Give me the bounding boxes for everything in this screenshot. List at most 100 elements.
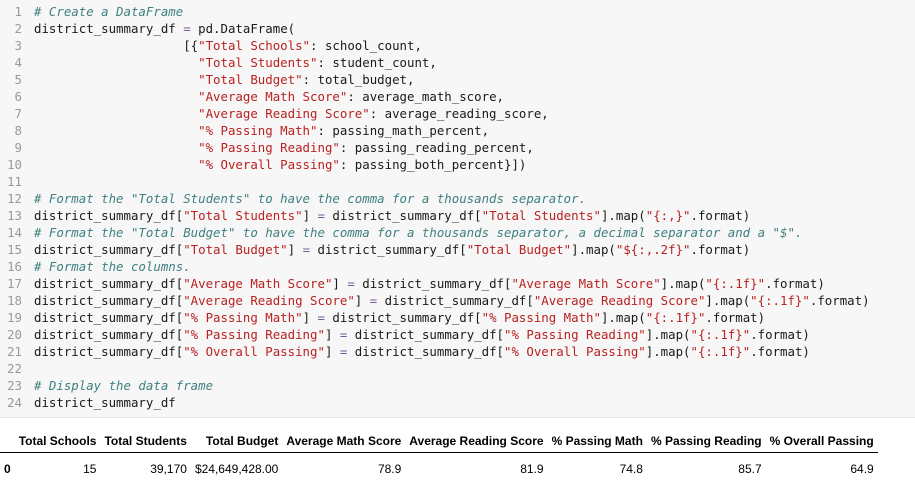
code-comment: # Format the "Total Budget" to have the … xyxy=(34,225,803,240)
code-token: district_summary_df[ xyxy=(34,208,184,223)
code-string: "${:,.2f}" xyxy=(615,242,691,257)
column-header: % Overall Passing xyxy=(765,430,878,453)
code-line: 20 district_summary_df["% Passing Reading… xyxy=(0,326,870,343)
code-token: ].map( xyxy=(705,293,751,308)
code-token: = xyxy=(347,276,355,291)
code-token: : average_math_score, xyxy=(347,89,504,104)
code-token: district_summary_df[ xyxy=(324,208,482,223)
table-cell: 74.8 xyxy=(619,462,643,476)
code-string: "{:.1f}" xyxy=(690,327,751,342)
code-string: "{:,}" xyxy=(645,208,691,223)
code-token: district_summary_df[ xyxy=(354,276,512,291)
code-line: 10 "% Overall Passing": passing_both_per… xyxy=(0,156,870,173)
code-token: district_summary_df[ xyxy=(324,310,482,325)
line-number: 7 xyxy=(14,106,22,121)
table-cell: 85.7 xyxy=(738,462,762,476)
code-token: : total_budget, xyxy=(302,72,415,87)
code-string: "Average Reading Score" xyxy=(533,293,706,308)
code-token: .format) xyxy=(690,208,751,223)
line-number: 2 xyxy=(14,21,22,36)
code-token: pd.DataFrame( xyxy=(190,21,296,36)
code-line: 14 # Format the "Total Budget" to have th… xyxy=(0,224,870,241)
code-line: 4 "Total Students": student_count, xyxy=(0,54,870,71)
code-string: "Total Budget" xyxy=(183,242,288,257)
code-string: "% Passing Reading" xyxy=(198,140,340,155)
code-token: = xyxy=(317,208,325,223)
line-number: 8 xyxy=(14,123,22,138)
line-number: 9 xyxy=(14,140,22,155)
line-number: 21 xyxy=(7,344,22,359)
code-token: ] xyxy=(287,242,303,257)
line-number: 15 xyxy=(7,242,22,257)
code-token: ].map( xyxy=(645,327,691,342)
code-string: "% Passing Math" xyxy=(183,310,303,325)
code-token: .format) xyxy=(705,310,766,325)
column-header: % Passing Math xyxy=(547,430,647,453)
code-line: 19 district_summary_df["% Passing Math"] … xyxy=(0,309,870,326)
code-line: 15 district_summary_df["Total Budget"] = … xyxy=(0,241,870,258)
code-line: 9 "% Passing Reading": passing_reading_p… xyxy=(0,139,870,156)
line-number: 20 xyxy=(7,327,22,342)
code-token: .format) xyxy=(750,344,810,359)
code-string: "{:.1f}" xyxy=(690,344,751,359)
code-comment: # Create a DataFrame xyxy=(34,4,184,19)
code-token: .format) xyxy=(690,242,751,257)
code-cell[interactable]: 1 # Create a DataFrame 2 district_summary_d… xyxy=(0,0,915,418)
code-token: : passing_reading_percent, xyxy=(339,140,534,155)
code-token: ].map( xyxy=(600,208,646,223)
code-string: "{:.1f}" xyxy=(645,310,706,325)
code-line: 17 district_summary_df["Average Math Scor… xyxy=(0,275,870,292)
code-string: "% Overall Passing" xyxy=(183,344,325,359)
code-token: ] xyxy=(324,327,340,342)
code-line: 8 "% Passing Math": passing_math_percent… xyxy=(0,122,870,139)
code-editor[interactable]: 1 # Create a DataFrame 2 district_summary_d… xyxy=(0,3,870,411)
code-string: "Average Math Score" xyxy=(511,276,661,291)
line-number: 4 xyxy=(14,55,22,70)
code-string: "Total Schools" xyxy=(198,38,311,53)
line-number: 12 xyxy=(7,191,22,206)
code-token: ].map( xyxy=(600,310,646,325)
code-token: district_summary_df[ xyxy=(34,310,184,325)
code-token: district_summary_df[ xyxy=(310,242,467,257)
code-token: = xyxy=(317,310,325,325)
line-number: 19 xyxy=(7,310,22,325)
code-string: "% Overall Passing" xyxy=(504,344,646,359)
code-string: "{:.1f}" xyxy=(705,276,766,291)
line-number: 14 xyxy=(7,225,22,240)
code-token: ].map( xyxy=(645,344,691,359)
table-header-row: Total Schools Total Students Total Budget A… xyxy=(0,430,878,453)
table-cell: 15 xyxy=(83,462,97,476)
code-line: 18 district_summary_df[ "Average Reading S… xyxy=(0,292,869,309)
code-string: "Average Math Score" xyxy=(183,276,333,291)
code-token: : passing_both_percent}]) xyxy=(339,157,527,172)
code-string: "Total Students" xyxy=(183,208,303,223)
code-token: district_summary_df[ xyxy=(34,344,184,359)
line-number: 18 xyxy=(7,293,22,308)
column-header: Total Schools xyxy=(14,430,101,453)
table-cell: 78.9 xyxy=(377,462,402,476)
code-string: "% Passing Math" xyxy=(198,123,318,138)
column-header xyxy=(0,430,15,453)
code-token: ] xyxy=(354,293,370,308)
code-token: [{ xyxy=(34,38,199,53)
line-number: 10 xyxy=(7,157,22,172)
code-token: district_summary_df[ xyxy=(347,327,504,342)
code-token: district_summary_df xyxy=(34,395,176,410)
output-area: Total Schools Total Students Total Budget A… xyxy=(0,430,915,481)
code-token: district_summary_df[ xyxy=(34,293,184,308)
line-number: 22 xyxy=(7,361,22,376)
code-string: "% Passing Math" xyxy=(481,310,601,325)
code-line: 1 # Create a DataFrame xyxy=(0,3,870,20)
row-index: 0 xyxy=(4,462,11,476)
code-comment: # Format the "Total Students" to have th… xyxy=(34,191,587,206)
code-token: ] xyxy=(324,344,340,359)
code-line: 7 "Average Reading Score": average_readi… xyxy=(0,105,870,122)
code-line: 12 # Format the "Total Students" to have … xyxy=(0,190,870,207)
code-comment: # Format the columns. xyxy=(34,259,191,274)
code-token: = xyxy=(302,242,311,257)
code-token: district_summary_df[ xyxy=(34,276,184,291)
line-number: 11 xyxy=(7,174,22,189)
